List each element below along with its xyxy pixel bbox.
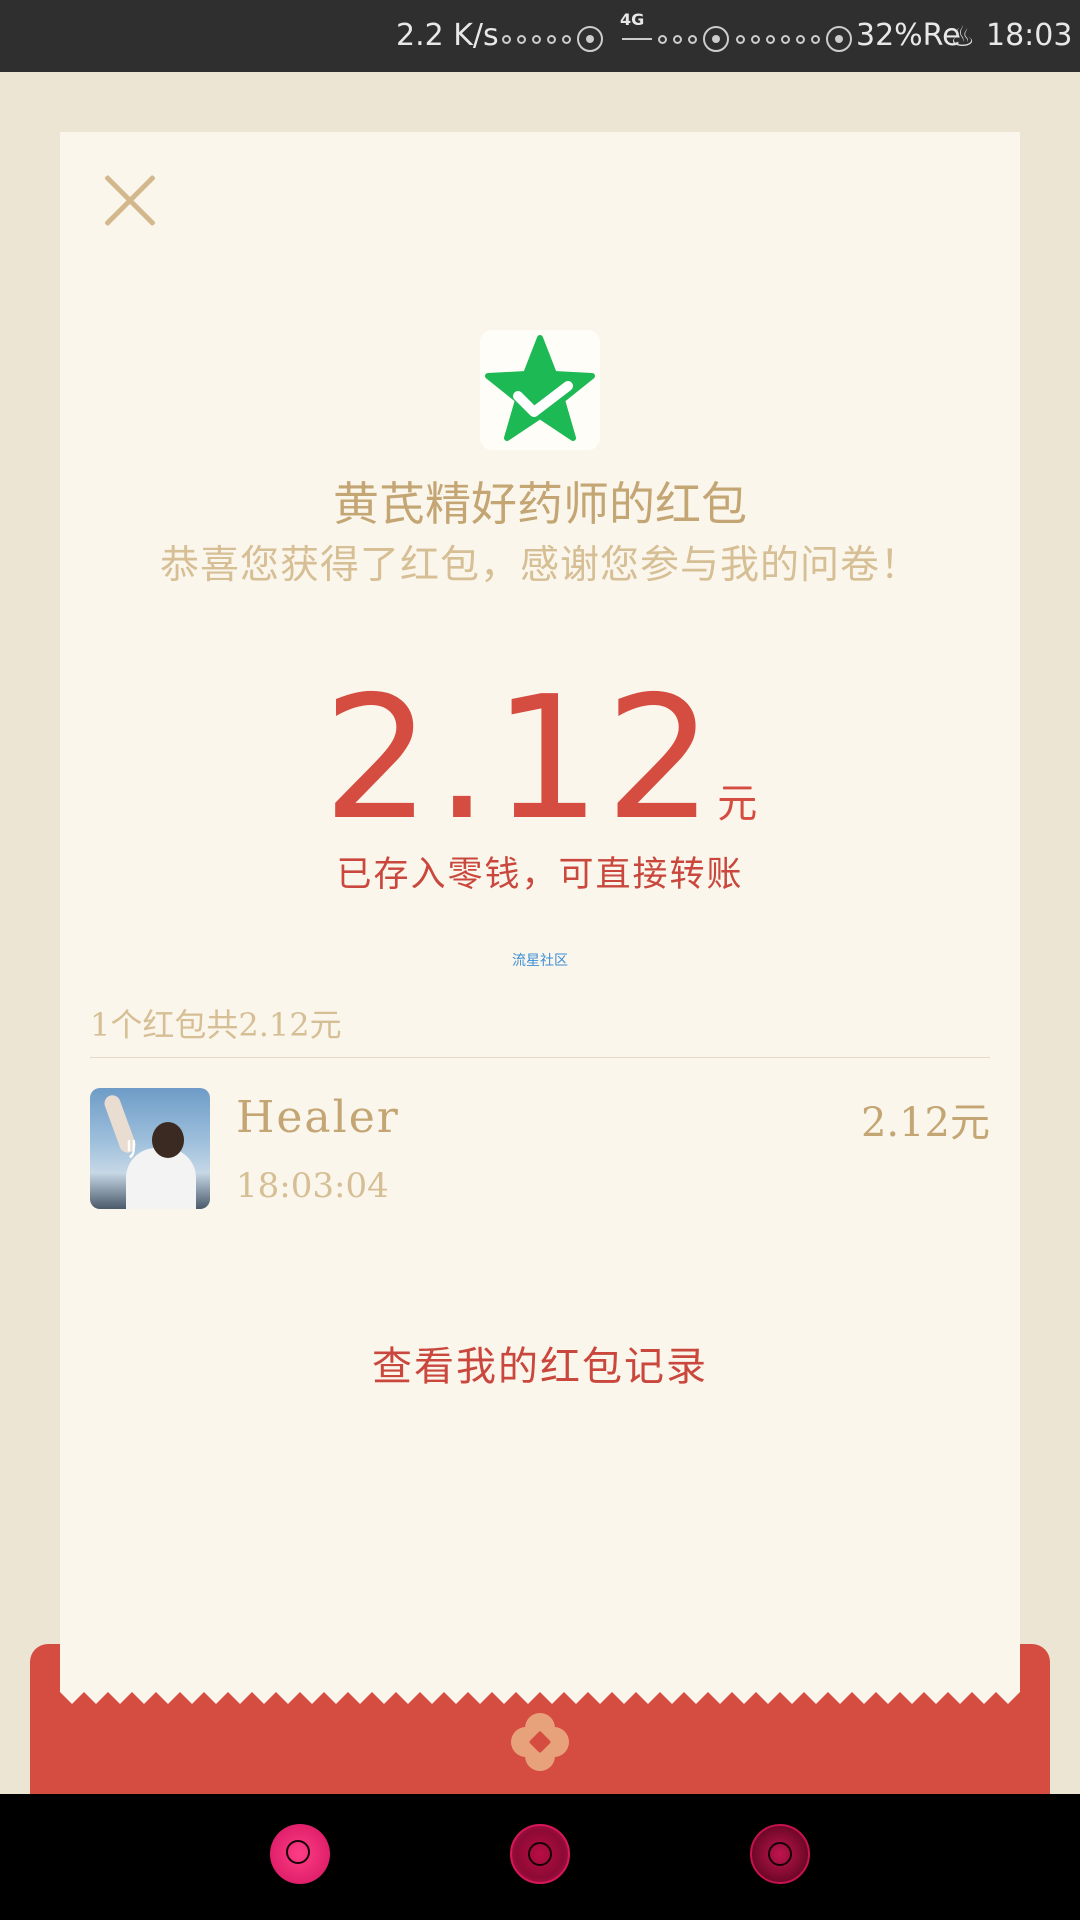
avatar: ﾘ (90, 1088, 210, 1209)
signal-sim1-icon (502, 26, 603, 52)
star-check-logo (480, 330, 600, 450)
amount-display: 2.12元 (60, 660, 1020, 858)
home-nav-icon[interactable] (510, 1824, 570, 1884)
community-link[interactable]: 流星社区 (60, 950, 1020, 970)
battery-level: 32%Re (856, 18, 961, 53)
packet-title: 黄芪精好药师的红包 (333, 477, 747, 531)
close-icon[interactable] (100, 170, 160, 230)
recent-nav-icon[interactable] (750, 1824, 810, 1884)
flame-icon: ♨ (950, 20, 976, 53)
network-type: 4G (620, 10, 645, 29)
packet-message: 恭喜您获得了红包，感谢您参与我的问卷！ (159, 543, 920, 588)
clock: 18:03 (986, 18, 1073, 53)
packet-summary: 1个红包共2.12元 (90, 1006, 342, 1044)
status-bar: 2.2 K/s 4G 32%Re ♨ 18:03 (0, 0, 1080, 72)
net-speed: 2.2 K/s (396, 18, 499, 53)
amount-value: 2.12 (322, 660, 718, 858)
divider (90, 1057, 990, 1058)
view-records-link[interactable]: 查看我的红包记录 (60, 1334, 1020, 1392)
card-zigzag-edge (60, 1692, 1020, 1704)
back-nav-icon[interactable] (270, 1824, 330, 1884)
signal-sim2-icon (622, 26, 729, 52)
flower-badge-icon (511, 1713, 569, 1771)
list-item[interactable]: ﾘ Healer 18:03:04 2.12元 (90, 1088, 990, 1210)
amount-unit: 元 (717, 781, 758, 827)
stored-note: 已存入零钱，可直接转账 (336, 855, 744, 895)
record-amount: 2.12元 (860, 1100, 990, 1146)
record-time: 18:03:04 (236, 1166, 389, 1206)
wifi-icon (736, 26, 852, 52)
record-name: Healer (236, 1092, 400, 1143)
navigation-bar (0, 1794, 1080, 1920)
